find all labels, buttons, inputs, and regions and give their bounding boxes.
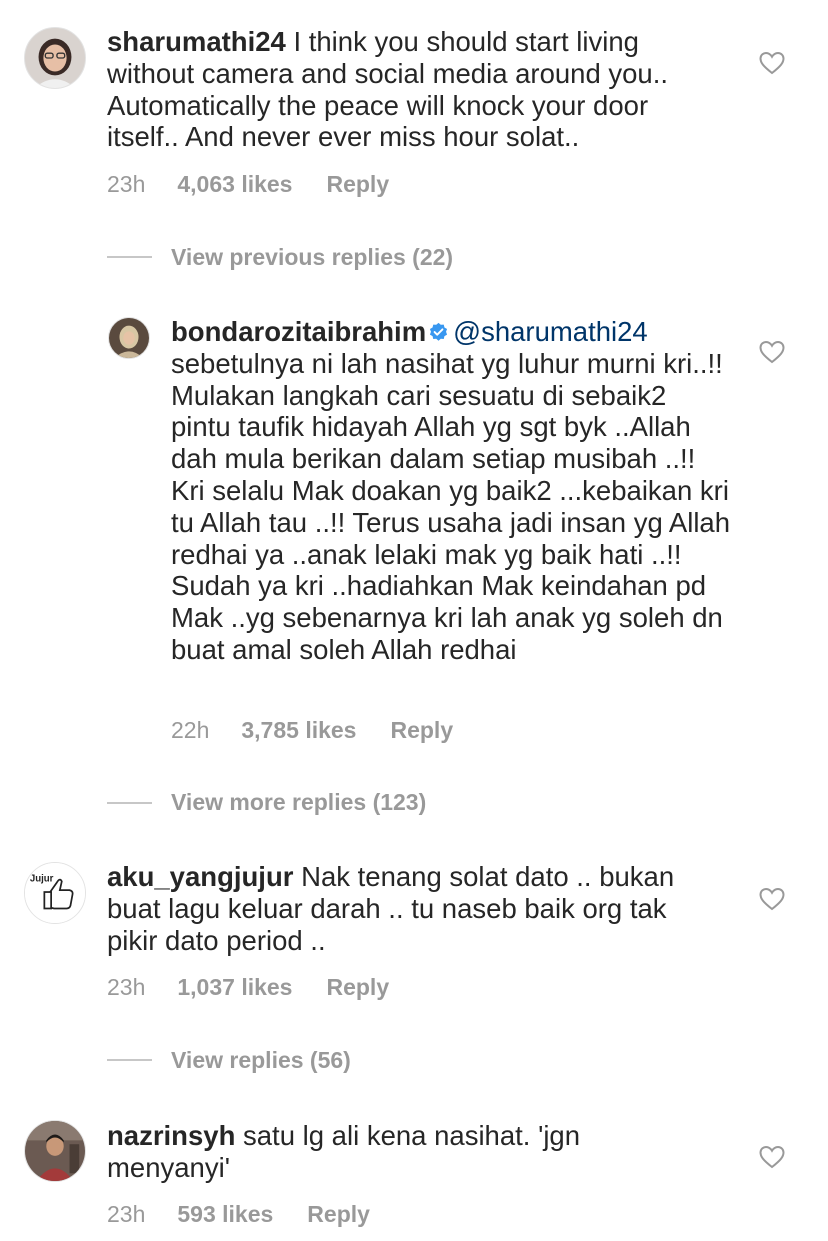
comment-likes[interactable]: 4,063 likes [177, 170, 292, 198]
comment-meta: 23h 4,063 likes Reply [107, 170, 389, 198]
view-previous-replies-link[interactable]: View previous replies (22) [171, 242, 453, 272]
mention-link[interactable]: @sharumathi24 [453, 316, 648, 347]
heart-outline-icon[interactable] [759, 340, 785, 364]
heart-outline-icon[interactable] [759, 887, 785, 911]
comment-time: 22h [171, 717, 210, 743]
avatar[interactable] [108, 317, 150, 359]
reply-button[interactable]: Reply [307, 1200, 370, 1228]
comment-likes[interactable]: 3,785 likes [241, 716, 356, 744]
avatar[interactable] [24, 27, 86, 89]
comment-meta: 23h 1,037 likes Reply [107, 973, 389, 1001]
comment-username[interactable]: bondarozitaibrahim [171, 316, 426, 347]
comment-text: aku_yangjujur Nak tenang solat dato .. b… [107, 861, 707, 956]
avatar[interactable]: Jujur [24, 862, 86, 924]
comment-text: nazrinsyh satu lg ali kena nasihat. 'jgn… [107, 1120, 707, 1184]
comment-text: sharumathi24 I think you should start li… [107, 26, 707, 153]
comment-likes[interactable]: 593 likes [177, 1200, 273, 1228]
comment-time: 23h [107, 1201, 146, 1227]
comment-username[interactable]: aku_yangjujur [107, 861, 293, 892]
avatar-logo-text: Jujur [30, 873, 54, 884]
comment-text: bondarozitaibrahim @sharumathi24 sebetulny… [171, 316, 731, 666]
heart-outline-icon[interactable] [759, 1145, 785, 1169]
verified-badge-icon [428, 322, 449, 343]
reply-button[interactable]: Reply [326, 973, 389, 1001]
comment-body: sebetulnya ni lah nasihat yg luhur murni… [171, 347, 731, 665]
view-replies-link[interactable]: View replies (56) [171, 1045, 351, 1075]
thread-divider [107, 256, 152, 258]
comment-username[interactable]: sharumathi24 [107, 26, 286, 57]
view-more-replies-link[interactable]: View more replies (123) [171, 787, 426, 817]
thread-divider [107, 1059, 152, 1061]
comment-meta: 22h 3,785 likes Reply [171, 716, 453, 744]
reply-button[interactable]: Reply [390, 716, 453, 744]
comment-username[interactable]: nazrinsyh [107, 1120, 235, 1151]
reply-button[interactable]: Reply [326, 170, 389, 198]
thread-divider [107, 802, 152, 804]
comment-likes[interactable]: 1,037 likes [177, 973, 292, 1001]
comment-time: 23h [107, 974, 146, 1000]
comment-meta: 23h 593 likes Reply [107, 1200, 370, 1228]
avatar[interactable] [24, 1120, 86, 1182]
heart-outline-icon[interactable] [759, 51, 785, 75]
comment-time: 23h [107, 171, 146, 197]
